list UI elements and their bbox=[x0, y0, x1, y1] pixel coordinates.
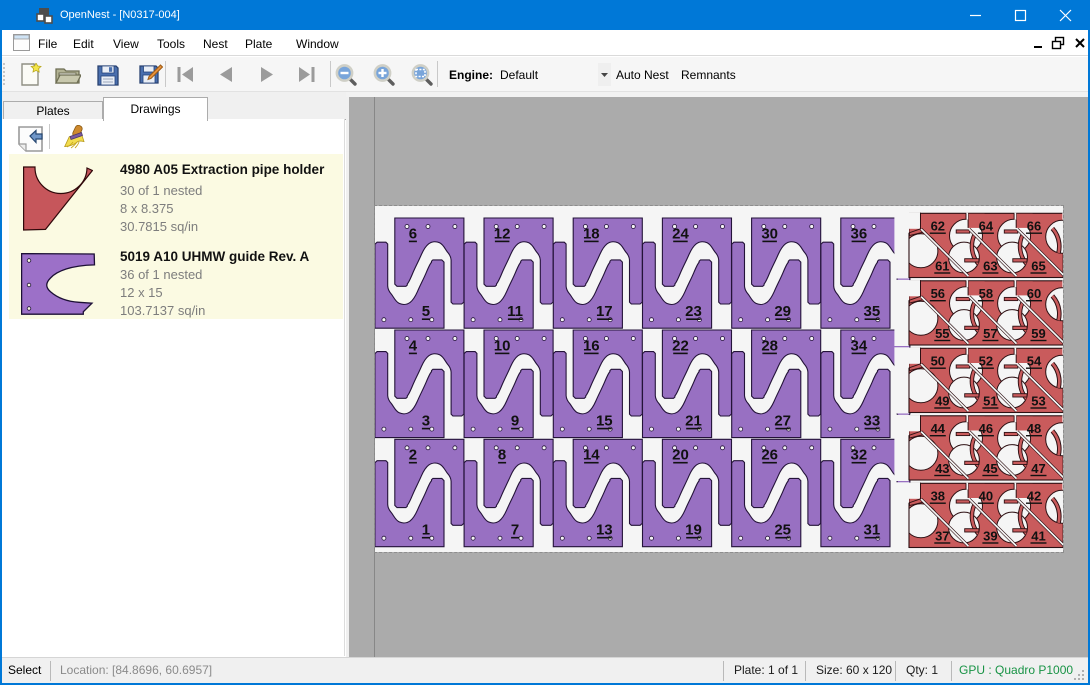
svg-text:44: 44 bbox=[931, 420, 946, 435]
svg-text:34: 34 bbox=[851, 337, 868, 354]
svg-text:26: 26 bbox=[761, 446, 778, 463]
svg-text:62: 62 bbox=[931, 218, 945, 233]
svg-text:2: 2 bbox=[409, 446, 417, 463]
svg-text:20: 20 bbox=[672, 446, 689, 463]
svg-text:39: 39 bbox=[983, 528, 997, 543]
svg-text:30: 30 bbox=[761, 225, 778, 242]
svg-text:17: 17 bbox=[596, 303, 613, 320]
svg-text:58: 58 bbox=[979, 286, 993, 301]
svg-text:11: 11 bbox=[507, 303, 523, 320]
svg-text:24: 24 bbox=[672, 225, 689, 242]
svg-text:57: 57 bbox=[983, 325, 997, 340]
svg-text:3: 3 bbox=[422, 412, 430, 429]
svg-text:25: 25 bbox=[774, 521, 791, 538]
svg-text:18: 18 bbox=[583, 225, 600, 242]
svg-text:28: 28 bbox=[761, 337, 778, 354]
svg-text:46: 46 bbox=[979, 420, 993, 435]
svg-text:47: 47 bbox=[1031, 460, 1045, 475]
svg-text:12: 12 bbox=[494, 225, 511, 242]
svg-text:15: 15 bbox=[596, 412, 613, 429]
svg-text:51: 51 bbox=[983, 393, 997, 408]
svg-text:61: 61 bbox=[935, 258, 949, 273]
svg-text:65: 65 bbox=[1031, 258, 1045, 273]
svg-text:56: 56 bbox=[931, 286, 945, 301]
svg-text:8: 8 bbox=[498, 446, 506, 463]
svg-text:31: 31 bbox=[864, 521, 881, 538]
svg-text:43: 43 bbox=[935, 460, 949, 475]
svg-text:64: 64 bbox=[979, 218, 994, 233]
svg-text:63: 63 bbox=[983, 258, 997, 273]
svg-text:48: 48 bbox=[1027, 420, 1041, 435]
svg-text:49: 49 bbox=[935, 393, 949, 408]
svg-text:45: 45 bbox=[983, 460, 997, 475]
svg-text:23: 23 bbox=[685, 303, 702, 320]
svg-text:50: 50 bbox=[931, 353, 945, 368]
svg-text:1: 1 bbox=[422, 521, 430, 538]
svg-text:53: 53 bbox=[1031, 393, 1045, 408]
svg-text:27: 27 bbox=[774, 412, 791, 429]
svg-text:22: 22 bbox=[672, 337, 689, 354]
svg-text:52: 52 bbox=[979, 353, 993, 368]
svg-text:37: 37 bbox=[935, 528, 949, 543]
svg-text:16: 16 bbox=[583, 337, 600, 354]
svg-text:29: 29 bbox=[774, 303, 791, 320]
svg-text:54: 54 bbox=[1027, 353, 1042, 368]
svg-text:7: 7 bbox=[511, 521, 519, 538]
svg-text:42: 42 bbox=[1027, 488, 1041, 503]
svg-text:14: 14 bbox=[583, 446, 600, 463]
svg-text:13: 13 bbox=[596, 521, 613, 538]
svg-text:59: 59 bbox=[1031, 325, 1045, 340]
svg-text:36: 36 bbox=[851, 225, 868, 242]
svg-text:60: 60 bbox=[1027, 286, 1041, 301]
svg-text:21: 21 bbox=[685, 412, 702, 429]
svg-text:55: 55 bbox=[935, 325, 949, 340]
svg-text:10: 10 bbox=[494, 337, 511, 354]
svg-text:5: 5 bbox=[422, 303, 430, 320]
svg-text:33: 33 bbox=[864, 412, 881, 429]
svg-text:32: 32 bbox=[851, 446, 868, 463]
svg-text:38: 38 bbox=[931, 488, 945, 503]
svg-text:19: 19 bbox=[685, 521, 702, 538]
svg-text:66: 66 bbox=[1027, 218, 1041, 233]
svg-text:9: 9 bbox=[511, 412, 519, 429]
svg-text:41: 41 bbox=[1031, 528, 1045, 543]
svg-text:40: 40 bbox=[979, 488, 993, 503]
svg-text:4: 4 bbox=[409, 337, 418, 354]
svg-text:6: 6 bbox=[409, 225, 417, 242]
svg-text:35: 35 bbox=[864, 303, 881, 320]
